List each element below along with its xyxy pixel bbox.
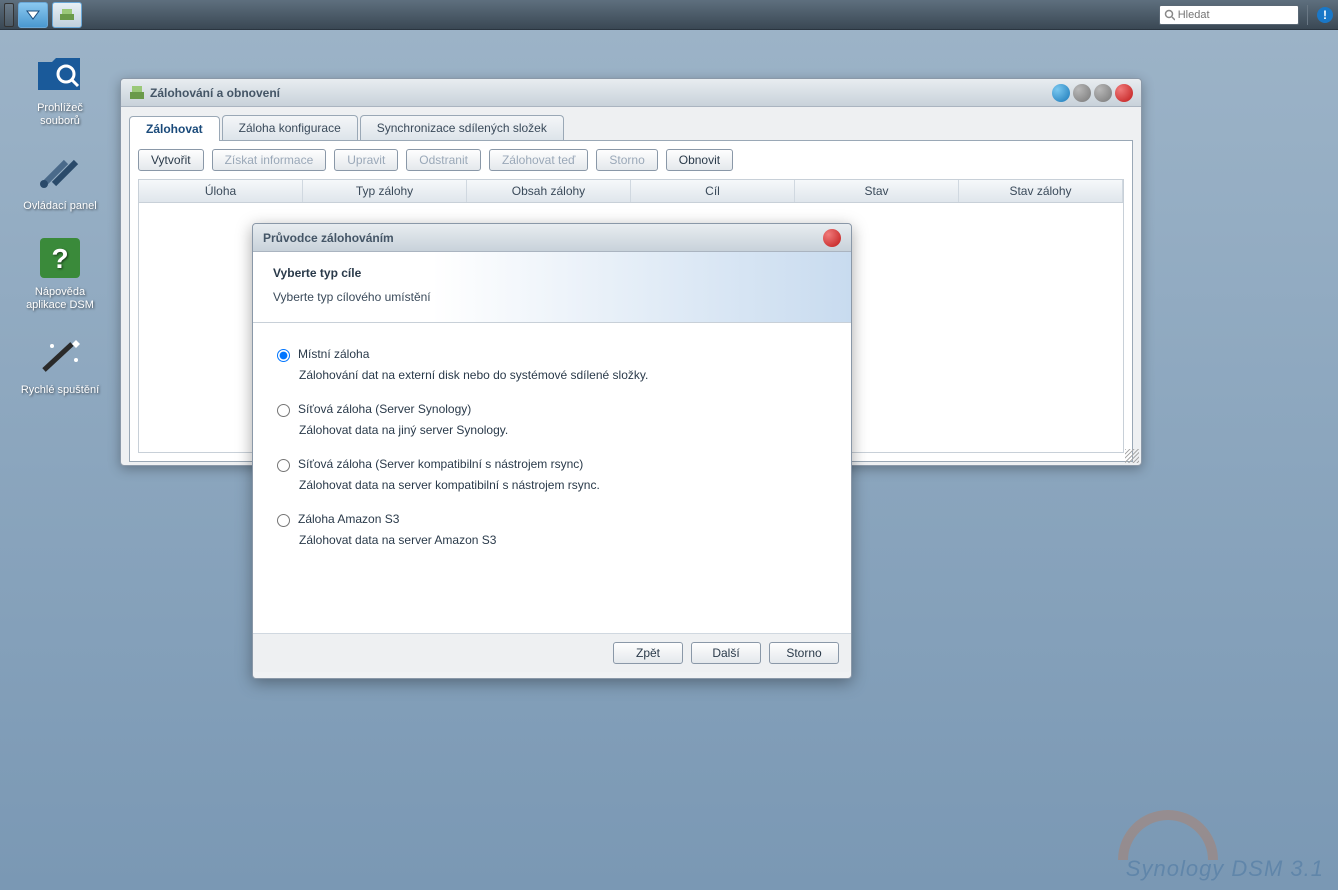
help-icon: ?	[38, 236, 82, 280]
window-titlebar[interactable]: Zálohování a obnovení	[121, 79, 1141, 107]
dialog-header: Vyberte typ cíle Vyberte typ cílového um…	[253, 252, 851, 323]
next-button[interactable]: Další	[691, 642, 761, 664]
info-button[interactable]: Získat informace	[212, 149, 327, 171]
dialog-footer: Zpět Další Storno	[253, 633, 851, 672]
icon-label: Nápověda aplikace DSM	[20, 286, 100, 312]
tab-backup[interactable]: Zálohovat	[129, 116, 220, 141]
option-desc: Zálohovat data na server Amazon S3	[299, 533, 827, 547]
col-task[interactable]: Úloha	[139, 180, 303, 202]
taskbar: !	[0, 0, 1338, 30]
cancel-dialog-button[interactable]: Storno	[769, 642, 839, 664]
folder-search-icon	[36, 54, 84, 94]
create-button[interactable]: Vytvořit	[138, 149, 204, 171]
tabs: Zálohovat Záloha konfigurace Synchroniza…	[129, 115, 1133, 141]
chevron-down-icon	[25, 9, 41, 21]
window-minimize-button[interactable]	[1073, 84, 1091, 102]
info-icon[interactable]: !	[1316, 6, 1334, 24]
radio-rsync[interactable]	[277, 459, 290, 472]
icon-quickstart[interactable]: Rychlé spuštění	[20, 332, 100, 397]
option-network-synology[interactable]: Síťová záloha (Server Synology) Zálohova…	[277, 402, 827, 437]
dialog-title: Průvodce zálohováním	[263, 231, 394, 245]
window-help-button[interactable]	[1052, 84, 1070, 102]
option-desc: Zálohovat data na jiný server Synology.	[299, 423, 827, 437]
tab-shared-sync[interactable]: Synchronizace sdílených složek	[360, 115, 564, 140]
dialog-body: Místní záloha Zálohování dat na externí …	[253, 323, 851, 633]
taskbar-app-backup[interactable]	[52, 2, 82, 28]
icon-help[interactable]: ? Nápověda aplikace DSM	[20, 234, 100, 312]
col-backup-state[interactable]: Stav zálohy	[959, 180, 1123, 202]
option-local-backup[interactable]: Místní záloha Zálohování dat na externí …	[277, 347, 827, 382]
col-state[interactable]: Stav	[795, 180, 959, 202]
toolbar: Vytvořit Získat informace Upravit Odstra…	[138, 149, 1124, 171]
svg-text:?: ?	[51, 243, 68, 274]
table-header: Úloha Typ zálohy Obsah zálohy Cíl Stav S…	[138, 179, 1124, 203]
backup-wizard-dialog: Průvodce zálohováním Vyberte typ cíle Vy…	[252, 223, 852, 679]
backup-now-button[interactable]: Zálohovat teď	[489, 149, 588, 171]
tools-icon	[36, 152, 84, 192]
col-type[interactable]: Typ zálohy	[303, 180, 467, 202]
watermark-text: Synology DSM 3.1	[1126, 856, 1324, 882]
icon-label: Prohlížeč souborů	[20, 102, 100, 128]
backup-app-icon	[58, 8, 76, 22]
divider	[1307, 5, 1308, 25]
dialog-titlebar[interactable]: Průvodce zálohováním	[253, 224, 851, 252]
cancel-button[interactable]: Storno	[596, 149, 657, 171]
dialog-close-button[interactable]	[823, 229, 841, 247]
window-title: Zálohování a obnovení	[150, 86, 280, 100]
watermark-arc-icon	[1118, 810, 1218, 860]
option-desc: Zálohovat data na server kompatibilní s …	[299, 478, 827, 492]
wand-icon	[36, 336, 84, 376]
restore-button[interactable]: Obnovit	[666, 149, 733, 171]
radio-local[interactable]	[277, 349, 290, 362]
icon-control-panel[interactable]: Ovládací panel	[20, 148, 100, 213]
window-close-button[interactable]	[1115, 84, 1133, 102]
tab-config-backup[interactable]: Záloha konfigurace	[222, 115, 358, 140]
icon-label: Ovládací panel	[20, 200, 100, 213]
search-input[interactable]	[1178, 9, 1294, 21]
window-maximize-button[interactable]	[1094, 84, 1112, 102]
desktop-icons: Prohlížeč souborů Ovládací panel ? Nápov…	[20, 50, 100, 397]
col-content[interactable]: Obsah zálohy	[467, 180, 631, 202]
back-button[interactable]: Zpět	[613, 642, 683, 664]
resize-handle[interactable]	[1125, 449, 1139, 463]
search-box[interactable]	[1159, 5, 1299, 25]
option-network-rsync[interactable]: Síťová záloha (Server kompatibilní s nás…	[277, 457, 827, 492]
menu-button[interactable]	[18, 2, 48, 28]
backup-window-icon	[129, 85, 145, 101]
taskbar-grip[interactable]	[4, 3, 14, 27]
icon-file-browser[interactable]: Prohlížeč souborů	[20, 50, 100, 128]
icon-label: Rychlé spuštění	[20, 384, 100, 397]
option-amazon-s3[interactable]: Záloha Amazon S3 Zálohovat data na serve…	[277, 512, 827, 547]
svg-text:!: !	[1323, 8, 1327, 22]
edit-button[interactable]: Upravit	[334, 149, 398, 171]
radio-s3[interactable]	[277, 514, 290, 527]
dialog-header-subtitle: Vyberte typ cílového umístění	[273, 290, 831, 304]
search-icon	[1164, 9, 1175, 21]
dialog-header-title: Vyberte typ cíle	[273, 266, 831, 280]
delete-button[interactable]: Odstranit	[406, 149, 481, 171]
col-target[interactable]: Cíl	[631, 180, 795, 202]
radio-synology[interactable]	[277, 404, 290, 417]
option-desc: Zálohování dat na externí disk nebo do s…	[299, 368, 827, 382]
